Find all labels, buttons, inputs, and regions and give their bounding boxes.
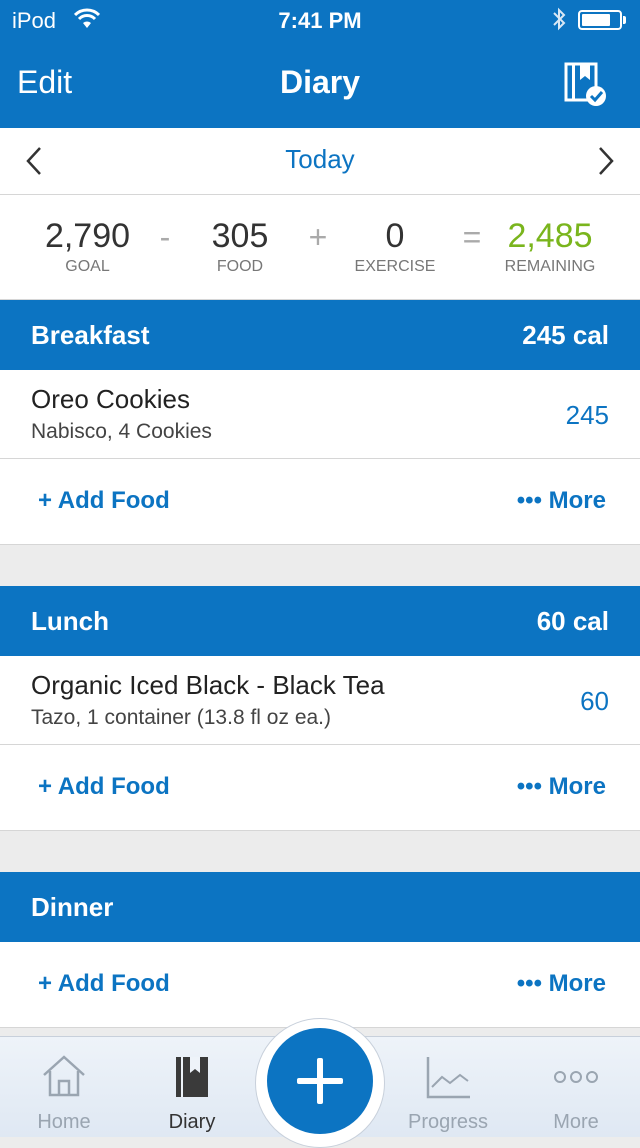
food-name: Oreo Cookies bbox=[31, 384, 190, 414]
equals-operator: = bbox=[462, 219, 482, 255]
calorie-summary: 2,790 GOAL - 305 FOOD + 0 EXERCISE = 2,4… bbox=[0, 195, 640, 300]
meal-calories: 60 cal bbox=[536, 606, 609, 636]
battery-icon bbox=[578, 10, 622, 30]
food-item-row[interactable]: Organic Iced Black - Black Tea Tazo, 1 c… bbox=[0, 656, 640, 745]
meal-header-dinner: Dinner bbox=[0, 872, 640, 942]
plus-operator: + bbox=[308, 219, 328, 255]
status-bar: iPod 7:41 PM bbox=[0, 0, 640, 40]
tab-label: Diary bbox=[168, 1111, 216, 1133]
meal-actions-breakfast: + Add Food ••• More bbox=[0, 459, 640, 545]
tab-label: More bbox=[553, 1111, 599, 1133]
food-label: FOOD bbox=[216, 258, 264, 275]
meal-header-lunch: Lunch 60 cal bbox=[0, 586, 640, 656]
add-food-button[interactable]: + Add Food bbox=[38, 487, 170, 515]
add-food-button[interactable]: + Add Food bbox=[38, 773, 170, 801]
remaining-value: 2,485 bbox=[507, 217, 593, 255]
exercise-label: EXERCISE bbox=[354, 258, 436, 275]
plus-icon bbox=[297, 1058, 343, 1104]
goal-label: GOAL bbox=[65, 258, 110, 275]
food-description: Tazo, 1 container (13.8 fl oz ea.) bbox=[31, 706, 331, 729]
food-calories: 60 bbox=[580, 686, 609, 716]
exercise-value: 0 bbox=[385, 217, 405, 255]
meal-name: Breakfast bbox=[31, 320, 150, 350]
tab-progress[interactable]: Progress bbox=[388, 1037, 508, 1137]
meal-actions-lunch: + Add Food ••• More bbox=[0, 745, 640, 831]
navigation-bar: Edit Diary bbox=[0, 40, 640, 128]
minus-operator: - bbox=[159, 219, 171, 255]
top-header: iPod 7:41 PM Edit Diary bbox=[0, 0, 640, 128]
bluetooth-icon bbox=[550, 6, 568, 38]
tab-home[interactable]: Home bbox=[4, 1037, 124, 1137]
goal-value: 2,790 bbox=[44, 217, 131, 255]
meal-actions-dinner: + Add Food ••• More bbox=[0, 942, 640, 1028]
diary-check-icon[interactable] bbox=[560, 58, 610, 110]
page-title: Diary bbox=[279, 64, 361, 100]
meal-name: Dinner bbox=[31, 892, 114, 922]
meal-header-breakfast: Breakfast 245 cal bbox=[0, 300, 640, 370]
diary-icon bbox=[168, 1053, 216, 1101]
goal-summary: 2,790 GOAL bbox=[30, 217, 145, 276]
status-time: 7:41 PM bbox=[278, 8, 362, 33]
food-summary: 305 FOOD bbox=[190, 217, 290, 276]
more-button[interactable]: ••• More bbox=[517, 970, 606, 998]
food-name: Organic Iced Black - Black Tea bbox=[31, 670, 385, 700]
remaining-summary: 2,485 REMAINING bbox=[495, 217, 605, 276]
more-dots-icon bbox=[552, 1053, 600, 1101]
food-item-row[interactable]: Oreo Cookies Nabisco, 4 Cookies 245 bbox=[0, 370, 640, 459]
meal-calories: 245 cal bbox=[522, 320, 609, 350]
exercise-summary: 0 EXERCISE bbox=[345, 217, 445, 276]
tab-diary[interactable]: Diary bbox=[132, 1037, 252, 1137]
progress-chart-icon bbox=[424, 1053, 472, 1101]
tab-more[interactable]: More bbox=[516, 1037, 636, 1137]
more-button[interactable]: ••• More bbox=[517, 487, 606, 515]
current-date-label[interactable]: Today bbox=[0, 144, 640, 175]
date-navigator: Today bbox=[0, 128, 640, 195]
food-description: Nabisco, 4 Cookies bbox=[31, 420, 212, 443]
quick-add-button[interactable] bbox=[267, 1028, 373, 1134]
remaining-label: REMAINING bbox=[504, 258, 596, 275]
battery-tip bbox=[623, 16, 626, 24]
home-icon bbox=[40, 1053, 88, 1101]
chevron-right-icon[interactable] bbox=[590, 144, 620, 178]
add-food-button[interactable]: + Add Food bbox=[38, 970, 170, 998]
food-value: 305 bbox=[211, 217, 269, 255]
food-calories: 245 bbox=[565, 400, 609, 430]
more-button[interactable]: ••• More bbox=[517, 773, 606, 801]
tab-label: Home bbox=[37, 1111, 91, 1133]
tab-label: Progress bbox=[407, 1111, 489, 1133]
meal-name: Lunch bbox=[31, 606, 109, 636]
